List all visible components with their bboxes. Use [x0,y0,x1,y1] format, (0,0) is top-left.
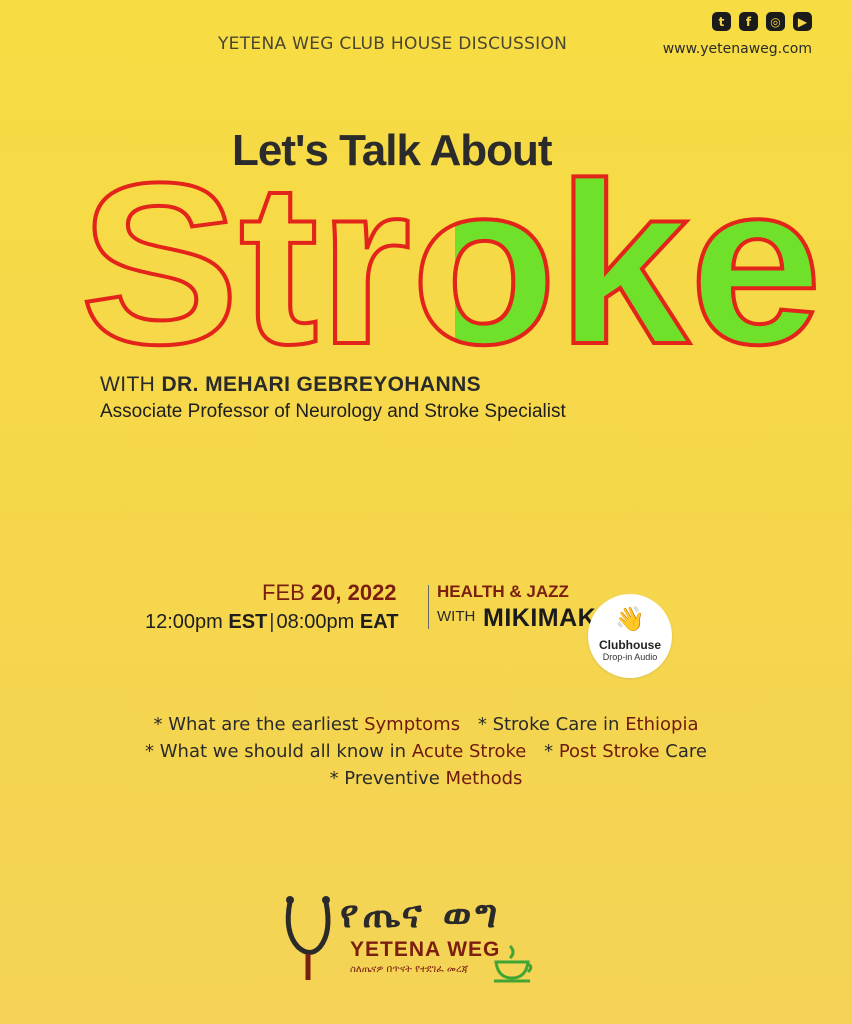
speaker-name: DR. MEHARI GEBREYOHANNS [161,373,482,396]
platform-sub: Drop-in Audio [602,651,658,662]
yetena-weg-logo: የጤና ወግ YETENA WEG ስለጤናዎ በጥናት የተደገፈ መረጃ [280,892,540,992]
topic-item: * What we should all know in Acute Strok… [145,741,527,762]
tz-eat: EAT [359,611,399,633]
waving-hand-icon: 👋 [615,605,645,633]
segment-title: HEALTH & JAZZ [437,582,569,601]
topics-list: * What are the earliest Symptoms * Strok… [0,711,852,792]
divider [428,585,429,629]
website-link[interactable]: www.yetenaweg.com [663,41,812,57]
coffee-cup-icon [494,944,533,983]
event-date: FEB 20, 2022 [262,580,397,606]
topic-item: * Post Stroke Care [544,741,707,762]
platform-name: Clubhouse [599,637,661,652]
host-name: MIKIMAK [483,604,597,632]
logo-tagline: ስለጤናዎ በጥናት የተደገፈ መረጃ [350,964,469,975]
clubhouse-badge[interactable]: 👋 Clubhouse Drop-in Audio [588,594,672,678]
youtube-icon[interactable]: ▶ [793,12,812,31]
twitter-icon[interactable]: t [712,12,731,31]
topics-row: * Preventive Methods [0,765,852,792]
event-time: 12:00pm EST | 08:00pm EAT [145,611,399,633]
topic-item: * Preventive Methods [329,768,523,789]
event-series-title: YETENA WEG CLUB HOUSE DISCUSSION [218,34,568,54]
time-est: 12:00pm [145,611,229,633]
logo-amharic: የጤና ወግ [340,892,502,936]
topics-row: * What we should all know in Acute Strok… [0,738,852,765]
tz-est: EST [228,611,268,633]
topic-item: * Stroke Care in Ethiopia [477,714,699,735]
instagram-icon[interactable]: ◎ [766,12,785,31]
event-day-year: 20, 2022 [310,580,397,605]
stroke-headline: Stroke Stroke [80,165,824,365]
topic-item: * What are the earliest Symptoms [153,714,461,735]
host-prefix: WITH [437,608,476,625]
speaker-title: Associate Professor of Neurology and Str… [100,401,566,422]
speaker-prefix: WITH [100,373,162,396]
social-links: t f ◎ ▶ [712,12,812,31]
logo-brand: YETENA WEG [350,938,501,961]
speaker-line: WITH DR. MEHARI GEBREYOHANNS [100,373,481,397]
facebook-icon[interactable]: f [739,12,758,31]
topics-row: * What are the earliest Symptoms * Strok… [0,711,852,738]
event-month: FEB [262,580,311,605]
time-eat: 08:00pm [276,611,360,633]
